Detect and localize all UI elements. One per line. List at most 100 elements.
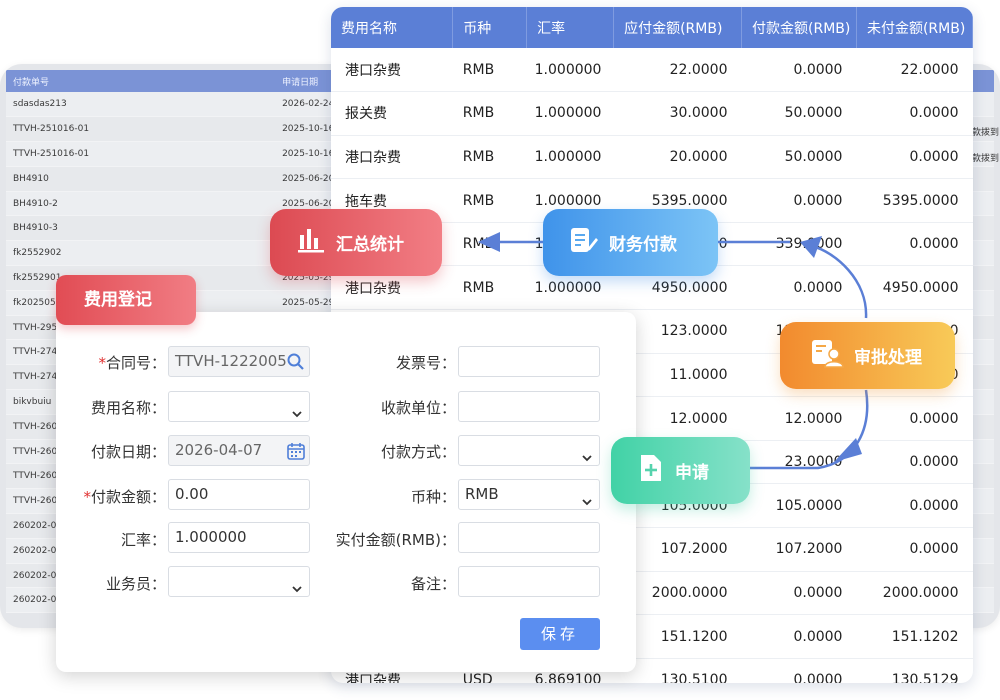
- approval-user-icon: [810, 338, 844, 373]
- chevron-down-icon: [291, 576, 303, 596]
- table-cell: 0.0000: [856, 483, 973, 529]
- table-row[interactable]: 港口杂费 RMB 1.000000 22.0000 0.0000 22.0000: [331, 48, 973, 93]
- rate-input[interactable]: 1.000000: [168, 522, 310, 553]
- table-cell: 1.000000: [526, 91, 614, 136]
- table-cell: 0.0000: [856, 440, 973, 485]
- table-cell: 22.0000: [613, 48, 742, 93]
- chevron-down-icon: [581, 489, 593, 509]
- document-pen-icon: [569, 226, 599, 259]
- table-cell: 0.0000: [856, 396, 973, 441]
- fee-detail-col-header[interactable]: 费用名称: [331, 7, 454, 48]
- search-icon[interactable]: [286, 352, 306, 376]
- fee-detail-header: 费用名称 币种 汇率 应付金额(RMB) 付款金额(RMB) 未付金额(RMB): [331, 7, 973, 48]
- table-cell: 0.0000: [741, 571, 857, 616]
- table-cell: RMB: [452, 178, 527, 223]
- pay-date-field[interactable]: 2026-04-07: [168, 435, 310, 466]
- pay-amount-label: *付款金额：: [83, 488, 166, 506]
- currency-label: 币种：: [410, 488, 456, 506]
- flow-tag-pay-label: 财务付款: [609, 235, 677, 255]
- table-cell: 20.0000: [613, 135, 742, 180]
- file-plus-icon: [637, 453, 665, 488]
- fee-detail-col-header[interactable]: 付款金额(RMB): [741, 7, 857, 48]
- table-row[interactable]: 港口杂费 RMB 1.000000 20.0000 50.0000 0.0000: [331, 135, 973, 180]
- rate-label: 汇率：: [120, 531, 166, 549]
- fee-name-select[interactable]: [168, 391, 310, 422]
- salesman-select[interactable]: [168, 566, 310, 597]
- table-cell: RMB: [452, 265, 527, 311]
- save-button[interactable]: 保存: [520, 618, 600, 650]
- back-edge-text-2: 款拨到: [972, 154, 1000, 164]
- table-cell: 1.000000: [526, 48, 614, 93]
- table-cell: 23.0000: [741, 440, 857, 485]
- fee-detail-col-header[interactable]: 未付金额(RMB): [856, 7, 973, 48]
- table-cell: 339.0000: [741, 222, 857, 267]
- remark-input[interactable]: [458, 566, 600, 597]
- table-cell: 5395.0000: [856, 178, 973, 223]
- invoice-input[interactable]: [458, 346, 600, 377]
- table-cell: RMB: [452, 48, 527, 93]
- actual-amount-label: 实付金额(RMB)：: [335, 531, 456, 549]
- actual-amount-input[interactable]: [458, 522, 600, 553]
- pay-date-value: 2026-04-07: [175, 441, 263, 459]
- contract-value: TTVH-1222005: [175, 352, 287, 370]
- table-cell: 50.0000: [741, 91, 857, 136]
- table-cell: 0.0000: [856, 527, 973, 572]
- fee-name-label: 费用名称：: [90, 399, 166, 417]
- contract-field[interactable]: TTVH-1222005: [168, 346, 310, 377]
- table-row[interactable]: 报关费 RMB 1.000000 30.0000 50.0000 0.0000: [331, 91, 973, 136]
- table-cell: 4950.0000: [856, 265, 973, 311]
- table-cell: TTVH-251016-01: [6, 141, 276, 167]
- chevron-down-icon: [291, 401, 303, 421]
- table-cell: RMB: [452, 135, 527, 180]
- currency-select[interactable]: RMB: [458, 479, 600, 510]
- table-cell: 0.0000: [741, 265, 857, 311]
- salesman-label: 业务员：: [105, 575, 166, 593]
- pay-date-label: 付款日期：: [90, 443, 166, 461]
- fee-detail-col-header[interactable]: 币种: [452, 7, 528, 48]
- fee-detail-col-header[interactable]: 应付金额(RMB): [613, 7, 742, 48]
- table-cell: 港口杂费: [331, 135, 453, 180]
- fee-detail-col-header[interactable]: 汇率: [526, 7, 615, 48]
- table-cell: 12.0000: [741, 396, 857, 441]
- table-cell: BH4910: [6, 166, 276, 192]
- table-cell: 130.5129: [856, 658, 973, 683]
- table-cell: 0.0000: [741, 48, 857, 93]
- flow-tag-finance-pay[interactable]: 财务付款: [543, 209, 718, 276]
- table-cell: 0.0000: [741, 658, 857, 683]
- table-cell: 22.0000: [856, 48, 973, 93]
- table-cell: 港口杂费: [331, 48, 453, 93]
- table-cell: 0.0000: [741, 614, 857, 659]
- flow-tag-summary[interactable]: 汇总统计: [270, 209, 442, 276]
- flow-tag-apply[interactable]: 申请: [611, 437, 750, 504]
- flow-tag-apply-label: 申请: [675, 463, 709, 483]
- table-cell: 0.0000: [741, 178, 857, 223]
- calendar-icon[interactable]: [286, 441, 306, 465]
- table-cell: RMB: [452, 91, 527, 136]
- pay-method-select[interactable]: [458, 435, 600, 466]
- table-cell: sdasdas213: [6, 92, 276, 118]
- table-cell: 30.0000: [613, 91, 742, 136]
- screenshot-stage: 付款单号申请日期申请人合同号业务 sdasdas2132026-02-24王鹏T…: [0, 0, 1000, 700]
- remark-label: 备注：: [410, 575, 456, 593]
- table-cell: BH4910-2: [6, 191, 276, 217]
- back-edge-text-1: 款拨到: [972, 128, 1000, 138]
- flow-tag-approve[interactable]: 审批处理: [780, 322, 955, 389]
- table-cell: 50.0000: [741, 135, 857, 180]
- contract-label: *合同号：: [98, 354, 166, 372]
- table-cell: 1.000000: [526, 135, 614, 180]
- flow-tag-approve-label: 审批处理: [854, 348, 922, 368]
- pay-amount-input[interactable]: 0.00: [168, 479, 310, 510]
- table-cell: 107.2000: [741, 527, 857, 572]
- form-tab-title[interactable]: 费用登记: [56, 275, 196, 325]
- table-cell: TTVH-251016-01: [6, 116, 276, 143]
- table-cell: 0.0000: [856, 135, 973, 180]
- table-cell: 105.0000: [741, 483, 857, 529]
- payee-input[interactable]: [458, 391, 600, 422]
- payment-list-col-header[interactable]: 付款单号: [6, 70, 276, 92]
- table-cell: 报关费: [331, 91, 453, 136]
- table-cell: fk2552902: [6, 240, 276, 267]
- table-cell: 0.0000: [856, 222, 973, 267]
- chevron-down-icon: [581, 445, 593, 465]
- invoice-label: 发票号：: [395, 354, 456, 372]
- table-cell: 151.1202: [856, 614, 973, 659]
